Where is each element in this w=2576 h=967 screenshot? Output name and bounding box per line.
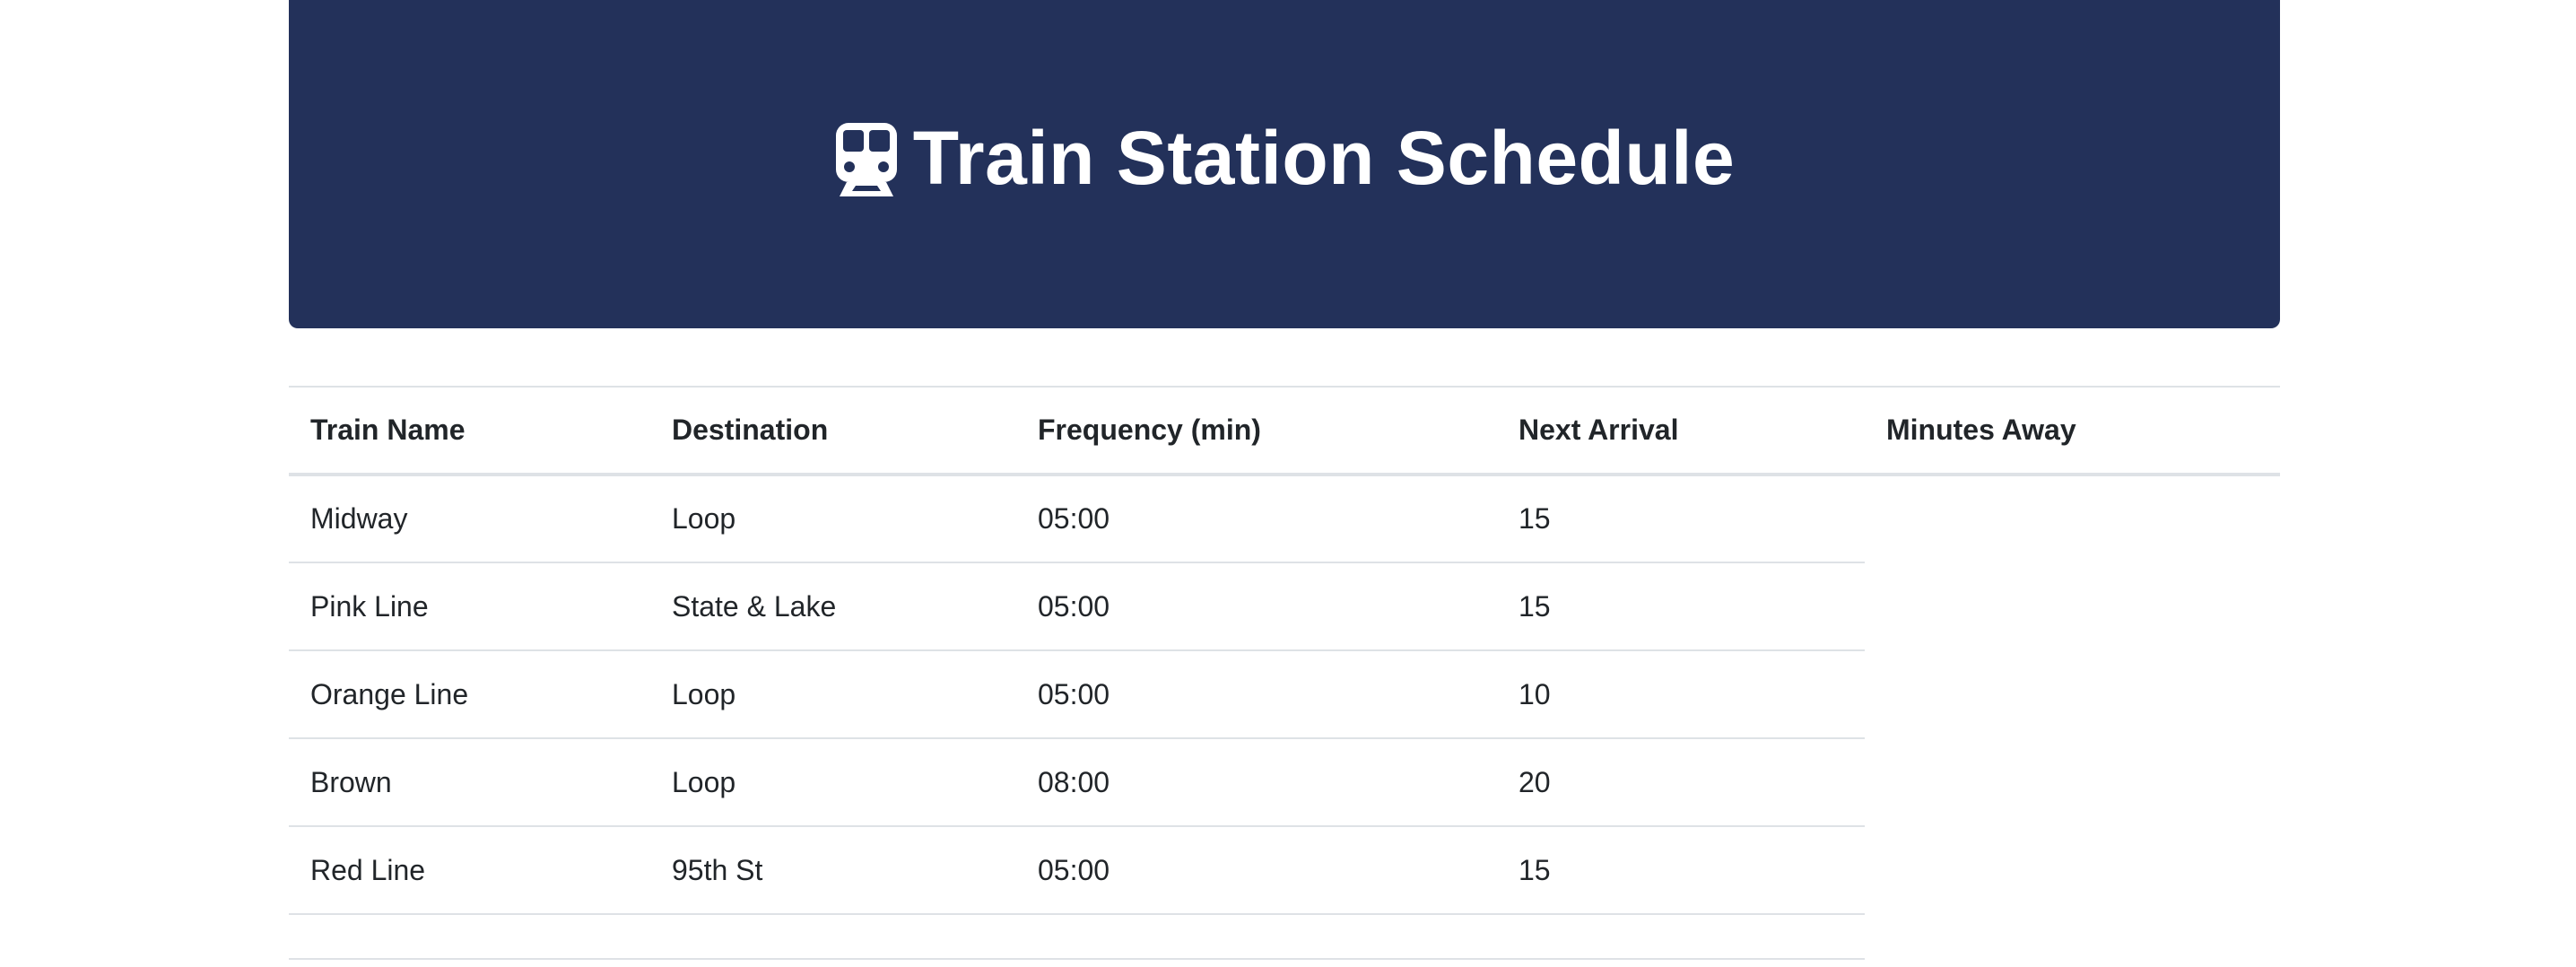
column-header-next-arrival: Next Arrival <box>1497 386 1865 476</box>
cell-next-arrival: 15 <box>1497 562 1865 651</box>
cell-next-arrival: 20 <box>1497 738 1865 827</box>
cell-next-arrival: 15 <box>1497 826 1865 915</box>
train-icon <box>835 123 897 196</box>
table-row: Red Line 95th St 05:00 15 <box>289 826 2280 915</box>
cell-minutes-away <box>1865 475 2280 562</box>
cell-destination: Loop <box>650 738 1016 827</box>
cell-minutes-away <box>1865 738 2280 826</box>
train-schedule-table: Train Name Destination Frequency (min) N… <box>289 386 2280 960</box>
cell-frequency: 05:00 <box>1016 475 1497 563</box>
empty-cell <box>1865 914 2280 959</box>
table-header-row: Train Name Destination Frequency (min) N… <box>289 386 2280 476</box>
cell-minutes-away <box>1865 650 2280 738</box>
cell-next-arrival: 10 <box>1497 650 1865 739</box>
column-header-minutes-away: Minutes Away <box>1865 386 2280 476</box>
page-title: Train Station Schedule <box>834 115 1736 202</box>
table-row: Midway Loop 05:00 15 <box>289 475 2280 563</box>
cell-destination: State & Lake <box>650 562 1016 651</box>
cell-destination: Loop <box>650 650 1016 739</box>
column-header-train-name: Train Name <box>289 386 650 476</box>
cell-train-name: Orange Line <box>289 650 650 739</box>
table-row: Brown Loop 08:00 20 <box>289 738 2280 827</box>
cell-minutes-away <box>1865 826 2280 914</box>
cell-train-name: Red Line <box>289 826 650 915</box>
table-row: Orange Line Loop 05:00 10 <box>289 650 2280 739</box>
column-header-destination: Destination <box>650 386 1016 476</box>
main-container: Train Station Schedule Train Name Destin… <box>289 0 2280 960</box>
cell-destination: 95th St <box>650 826 1016 915</box>
empty-cell <box>289 914 650 960</box>
cell-next-arrival: 15 <box>1497 475 1865 563</box>
empty-cell <box>1016 914 1497 960</box>
table-empty-row <box>289 914 2280 960</box>
table-row: Pink Line State & Lake 05:00 15 <box>289 562 2280 651</box>
cell-frequency: 05:00 <box>1016 562 1497 651</box>
empty-cell <box>1497 914 1865 960</box>
cell-frequency: 08:00 <box>1016 738 1497 827</box>
column-header-frequency: Frequency (min) <box>1016 386 1497 476</box>
header-banner: Train Station Schedule <box>289 0 2280 328</box>
cell-frequency: 05:00 <box>1016 650 1497 739</box>
empty-cell <box>650 914 1016 960</box>
cell-train-name: Brown <box>289 738 650 827</box>
page-title-text: Train Station Schedule <box>912 115 1736 200</box>
cell-train-name: Midway <box>289 475 650 563</box>
cell-train-name: Pink Line <box>289 562 650 651</box>
cell-destination: Loop <box>650 475 1016 563</box>
cell-frequency: 05:00 <box>1016 826 1497 915</box>
cell-minutes-away <box>1865 562 2280 650</box>
